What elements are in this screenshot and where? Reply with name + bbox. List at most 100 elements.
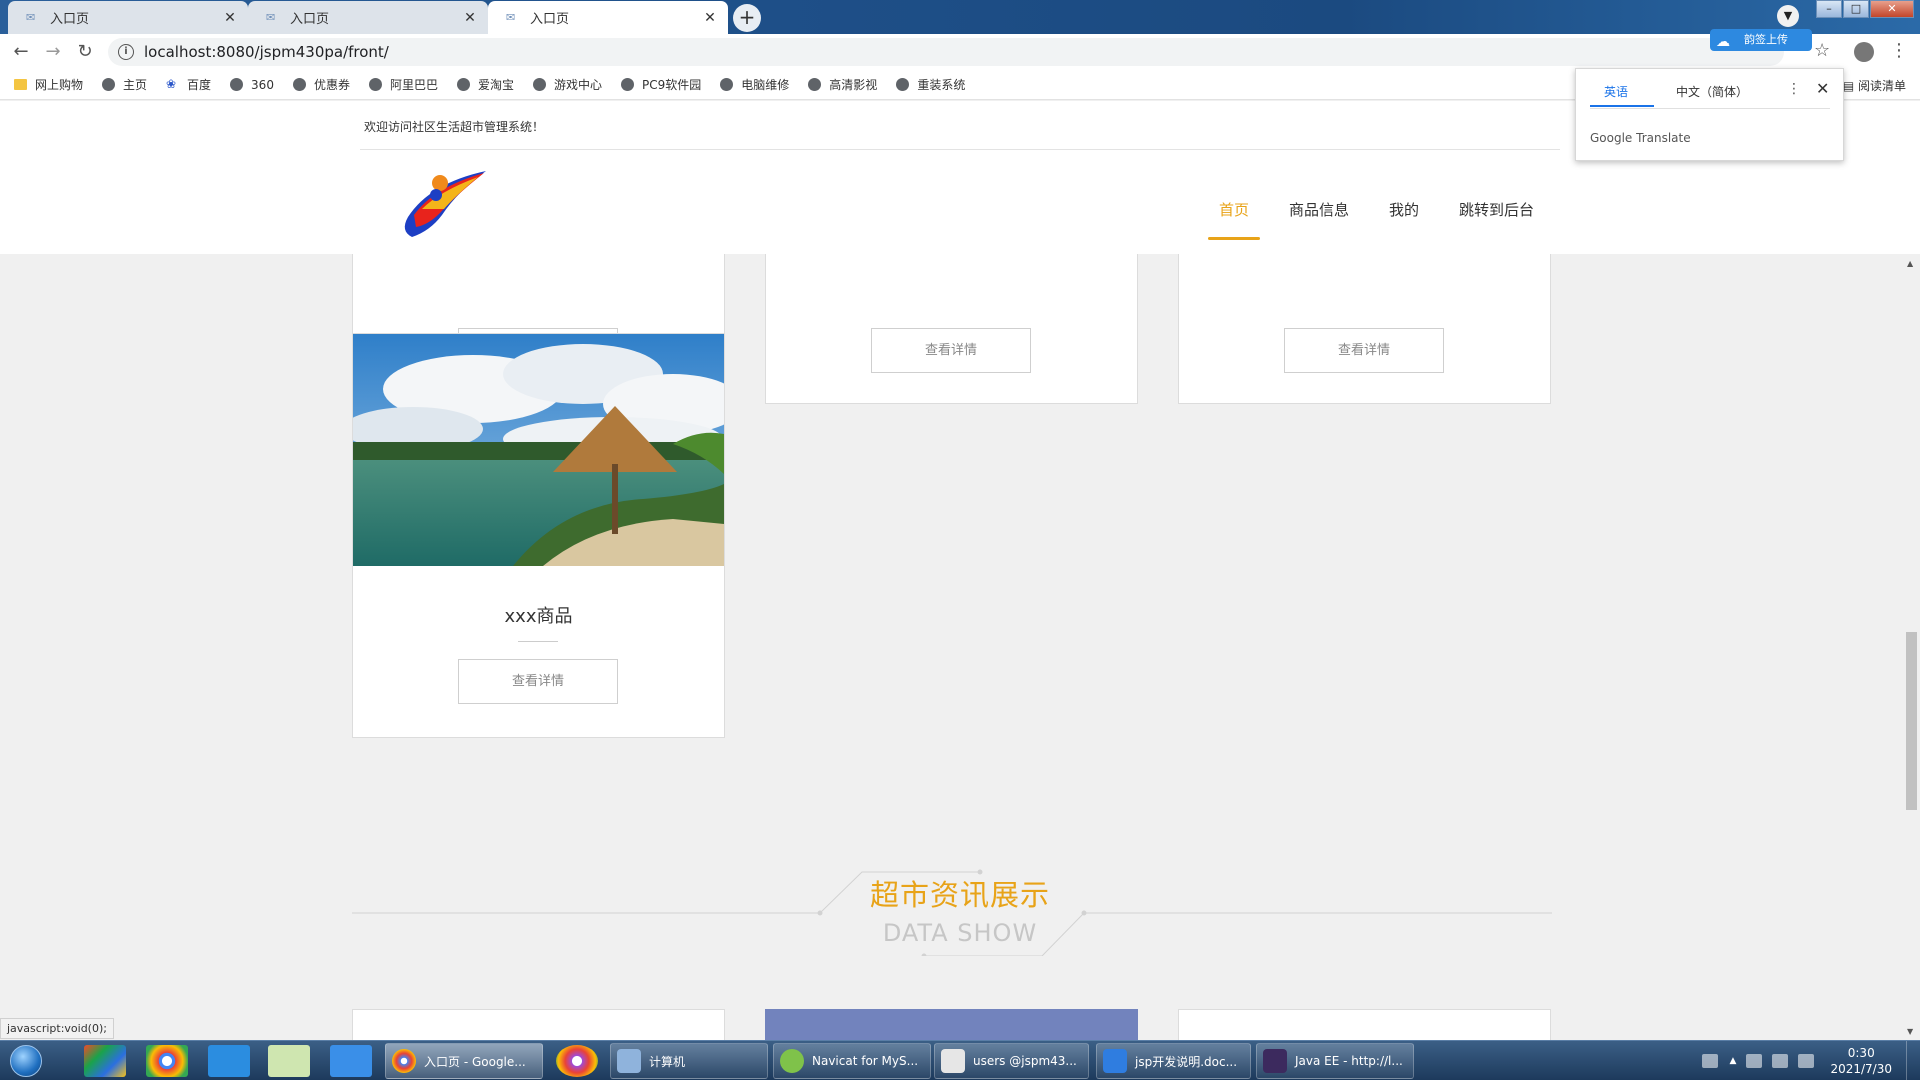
clock[interactable]: 0:30 2021/7/30 [1830, 1045, 1892, 1077]
clock-time: 0:30 [1847, 1046, 1875, 1060]
taskbar-window-label: jsp开发说明.doc... [1135, 1054, 1238, 1069]
taskbar-window-label: Java EE - http://l... [1295, 1054, 1403, 1068]
keyboard-icon[interactable] [1701, 1054, 1718, 1068]
globe-icon [292, 78, 306, 91]
scrollbar-thumb[interactable] [1906, 632, 1917, 810]
tab-search-icon[interactable]: ▼ [1777, 5, 1799, 27]
scroll-down-icon[interactable]: ▼ [1907, 1027, 1913, 1036]
browser-menu-icon[interactable]: ⋮ [1890, 40, 1908, 61]
translate-target-lang[interactable]: 中文（简体） [1676, 83, 1748, 100]
reading-list-label: 阅读清单 [1857, 79, 1906, 93]
welcome-text: 欢迎访问社区生活超市管理系统！ [364, 120, 545, 134]
section-title: 超市资讯展示 [869, 878, 1050, 912]
translate-source-lang[interactable]: 英语 [1604, 83, 1628, 100]
taskbar-window[interactable]: Java EE - http://l... [1256, 1043, 1414, 1079]
bookmark-label: 爱淘宝 [477, 78, 514, 92]
browser-icon[interactable] [556, 1045, 598, 1077]
news-card[interactable] [1178, 1009, 1551, 1040]
tab-close-icon[interactable]: ✕ [462, 10, 478, 26]
bookmark-item[interactable]: 优惠券 [292, 76, 350, 93]
volume-icon[interactable] [1772, 1054, 1789, 1068]
back-arrow-icon[interactable]: ← [9, 40, 33, 64]
more-options-icon[interactable]: ⋮ [1787, 81, 1801, 97]
file-manager-icon[interactable] [330, 1045, 372, 1077]
chrome-icon [392, 1049, 416, 1073]
browser-tab[interactable]: ✉ 入口页 ✕ [8, 1, 248, 34]
globe-icon [720, 78, 734, 91]
browser-tab-active[interactable]: ✉ 入口页 ✕ [488, 1, 728, 34]
nav-products[interactable]: 商品信息 [1289, 199, 1349, 220]
bookmark-item[interactable]: PC9软件园 [621, 76, 701, 93]
minimize-icon[interactable]: – [1816, 0, 1842, 18]
view-details-button[interactable]: 查看详情 [1284, 328, 1444, 373]
bookmark-label: 百度 [187, 78, 212, 92]
product-image[interactable] [353, 334, 724, 566]
show-desktop-button[interactable] [1906, 1041, 1920, 1080]
bookmark-label: 重装系统 [917, 78, 966, 92]
site-logo[interactable] [400, 165, 492, 239]
view-details-button[interactable]: 查看详情 [871, 328, 1031, 373]
system-tray: ▲ 0:30 2021/7/30 [1692, 1041, 1892, 1080]
bookmark-label: 电脑维修 [741, 78, 790, 92]
computer-icon [617, 1049, 641, 1073]
taskbar-window[interactable]: jsp开发说明.doc... [1096, 1043, 1251, 1079]
eclipse-icon [1263, 1049, 1287, 1073]
taskbar-window[interactable]: 计算机 [610, 1043, 768, 1079]
bookmark-item[interactable]: 电脑维修 [720, 76, 789, 93]
bookmark-star-icon[interactable]: ☆ [1814, 40, 1830, 61]
taskbar-window[interactable]: Navicat for MyS... [773, 1043, 931, 1079]
section-subtitle: DATA SHOW [882, 919, 1038, 947]
nav-admin[interactable]: 跳转到后台 [1459, 199, 1534, 220]
tab-close-icon[interactable]: ✕ [702, 10, 718, 26]
taskbar-window[interactable]: users @jspm43... [934, 1043, 1089, 1079]
bookmark-item[interactable]: 高清影视 [808, 76, 877, 93]
nav-mine[interactable]: 我的 [1389, 199, 1419, 220]
editor-icon[interactable] [268, 1045, 310, 1077]
browser-toolbar: ← → ↻ i localhost:8080/jspm430pa/front/ … [0, 29, 1920, 70]
bookmark-item[interactable]: 360 [230, 78, 274, 92]
network-icon[interactable] [1746, 1054, 1763, 1068]
view-details-button[interactable]: 查看详情 [458, 659, 618, 704]
window-close-icon[interactable]: ✕ [1870, 0, 1914, 18]
extension-button[interactable]: ☁ 韵签上传 [1710, 29, 1812, 51]
profile-avatar-icon[interactable] [1854, 42, 1874, 62]
bookmark-item[interactable]: 阿里巴巴 [368, 76, 438, 93]
active-lang-underline [1590, 105, 1654, 107]
main-nav: 首页 商品信息 我的 跳转到后台 [1179, 199, 1534, 240]
scroll-up-icon[interactable]: ▲ [1907, 259, 1913, 268]
cloud-drive-icon[interactable] [208, 1045, 250, 1077]
nav-home[interactable]: 首页 [1207, 199, 1260, 240]
navicat-icon [780, 1049, 804, 1073]
globe-icon [102, 78, 116, 91]
new-tab-button[interactable]: + [733, 4, 761, 32]
reading-list-button[interactable]: ▤ 阅读清单 [1843, 77, 1906, 94]
bookmark-item[interactable]: 爱淘宝 [456, 76, 514, 93]
bookmark-item[interactable]: 游戏中心 [533, 76, 602, 93]
product-card: xxx商品 查看详情 [352, 333, 725, 738]
maximize-icon[interactable]: □ [1843, 0, 1869, 18]
bookmark-item[interactable]: ❀ 百度 [166, 76, 211, 93]
product-name-underline [518, 641, 558, 642]
forward-arrow-icon[interactable]: → [41, 40, 65, 64]
bookmark-item[interactable]: 重装系统 [896, 76, 965, 93]
chrome-icon[interactable] [146, 1045, 188, 1077]
news-card[interactable] [352, 1009, 725, 1040]
folder-icon [14, 79, 27, 90]
browser-tab[interactable]: ✉ 入口页 ✕ [248, 1, 488, 34]
tray-expand-icon[interactable]: ▲ [1730, 1056, 1737, 1066]
close-icon[interactable]: ✕ [1816, 79, 1829, 98]
window-controls: – □ ✕ [1815, 0, 1914, 18]
bookmark-item[interactable]: 网上购物 [14, 76, 83, 93]
start-button[interactable] [4, 1043, 48, 1079]
news-card[interactable] [765, 1009, 1138, 1040]
address-bar[interactable]: i localhost:8080/jspm430pa/front/ [108, 38, 1784, 66]
pinned-app-icon[interactable] [84, 1045, 126, 1077]
action-center-icon[interactable] [1798, 1054, 1815, 1068]
site-info-icon[interactable]: i [118, 44, 134, 60]
taskbar-window[interactable]: 入口页 - Google... [385, 1043, 543, 1079]
url-text: localhost:8080/jspm430pa/front/ [144, 43, 389, 61]
globe-icon [456, 78, 470, 91]
reload-icon[interactable]: ↻ [73, 40, 97, 64]
bookmark-item[interactable]: 主页 [102, 76, 147, 93]
tab-close-icon[interactable]: ✕ [222, 10, 238, 26]
